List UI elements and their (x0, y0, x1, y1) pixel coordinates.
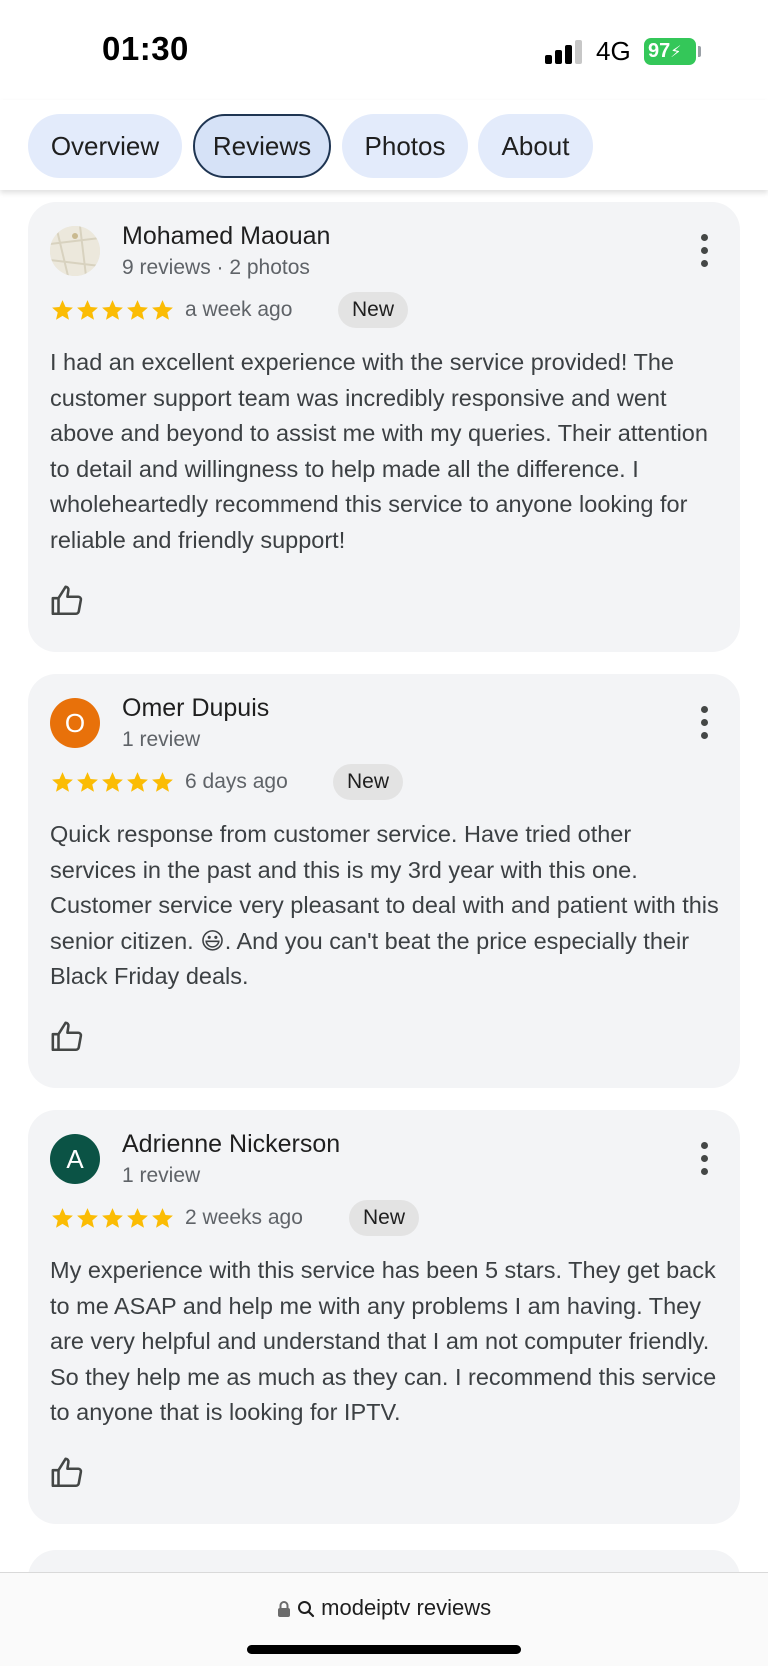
star-icon (127, 300, 148, 320)
review-card: O Omer Dupuis 1 review 6 days ago New Qu… (28, 674, 740, 1088)
reviewer-meta: 9 reviews · 2 photos (122, 256, 310, 279)
more-vert-icon[interactable] (698, 234, 710, 268)
tab-overview[interactable]: Overview (28, 114, 182, 178)
tab-reviews[interactable]: Reviews (193, 114, 331, 178)
star-icon (77, 772, 98, 792)
star-rating (50, 298, 175, 323)
reviewer-name[interactable]: Adrienne Nickerson (122, 1130, 340, 1159)
review-text: I had an excellent experience with the s… (50, 349, 708, 553)
reviewer-name[interactable]: Mohamed Maouan (122, 222, 330, 251)
star-icon (52, 772, 73, 792)
review-card: Mohamed Maouan 9 reviews · 2 photos a we… (28, 202, 740, 652)
tab-about[interactable]: About (478, 114, 593, 178)
review-card-partial (28, 1550, 740, 1572)
tab-photos[interactable]: Photos (342, 114, 468, 178)
reviewer-meta: 1 review (122, 1164, 201, 1187)
battery-icon: 97⚡ (644, 38, 696, 65)
address-bar-url[interactable]: modeiptv reviews (0, 1595, 768, 1621)
more-vert-icon[interactable] (698, 706, 710, 740)
review-time: a week ago (185, 298, 293, 321)
address-bar[interactable]: modeiptv reviews (0, 1572, 768, 1666)
star-icon (152, 300, 173, 320)
thumbs-up-icon[interactable] (50, 1020, 84, 1054)
search-icon (298, 1601, 315, 1618)
star-icon (102, 1208, 123, 1228)
reviewer-avatar[interactable]: A (50, 1134, 100, 1184)
star-icon (127, 772, 148, 792)
review-card: A Adrienne Nickerson 1 review 2 weeks ag… (28, 1110, 740, 1524)
star-icon (52, 1208, 73, 1228)
url-text: modeiptv reviews (321, 1595, 492, 1620)
status-bar: 01:30 4G 97⚡ (0, 0, 768, 100)
star-rating (50, 1206, 175, 1231)
status-time: 01:30 (102, 30, 189, 67)
star-icon (52, 300, 73, 320)
star-icon (102, 772, 123, 792)
reviewer-meta: 1 review (122, 728, 201, 751)
new-badge: New (349, 1200, 420, 1236)
reviewer-name[interactable]: Omer Dupuis (122, 694, 269, 723)
new-badge: New (333, 764, 404, 800)
star-icon (152, 1208, 173, 1228)
thumbs-up-icon[interactable] (50, 1456, 84, 1490)
review-time: 2 weeks ago (185, 1206, 303, 1229)
network-type: 4G (596, 36, 631, 66)
reviewer-avatar[interactable] (50, 226, 100, 276)
battery-cap (698, 46, 701, 57)
star-rating (50, 770, 175, 795)
reviews-list[interactable]: Mohamed Maouan 9 reviews · 2 photos a we… (0, 190, 768, 1572)
star-icon (77, 1208, 98, 1228)
star-icon (102, 300, 123, 320)
star-icon (127, 1208, 148, 1228)
lock-icon (277, 1601, 290, 1617)
more-vert-icon[interactable] (698, 1142, 710, 1176)
battery-level: 97 (648, 40, 671, 62)
thumbs-up-icon[interactable] (50, 584, 84, 618)
star-icon (77, 300, 98, 320)
star-icon (152, 772, 173, 792)
new-badge: New (338, 292, 409, 328)
review-text: Quick response from customer service. Ha… (50, 821, 719, 990)
place-tabs: Overview Reviews Photos About (0, 100, 768, 190)
cellular-signal-icon (545, 40, 585, 64)
review-time: 6 days ago (185, 770, 288, 793)
review-text: My experience with this service has been… (50, 1257, 717, 1426)
reviewer-avatar[interactable]: O (50, 698, 100, 748)
avatar-letter: O (64, 708, 86, 738)
home-indicator[interactable] (247, 1645, 521, 1654)
avatar-letter: A (66, 1144, 84, 1174)
